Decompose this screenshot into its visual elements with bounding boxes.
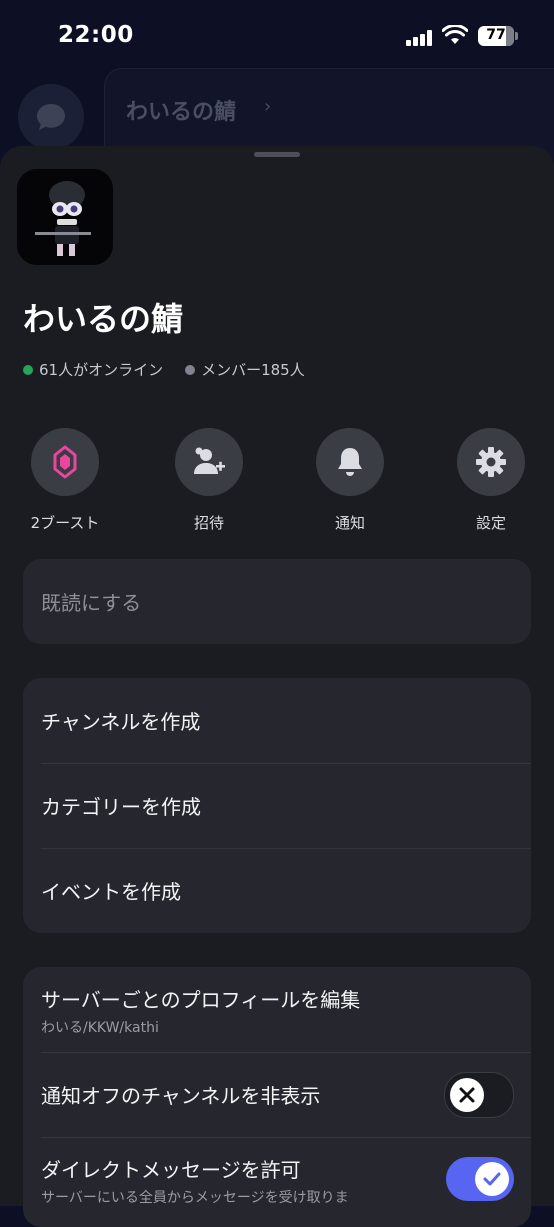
allow-dm-item[interactable]: ダイレクトメッセージを許可 サーバーにいる全員からメッセージを受け取りま [23,1137,531,1222]
create-event-item[interactable]: イベントを作成 [23,848,531,933]
toggle-knob [475,1162,509,1196]
check-icon [483,1172,501,1186]
create-category-label: カテゴリーを作成 [41,795,201,819]
edit-server-profile-label: サーバーごとのプロフィールを編集 [41,988,361,1012]
background-server-title: わいるの鯖 [126,100,237,125]
edit-server-profile-item[interactable]: サーバーごとのプロフィールを編集 わいる/KKW/kathi [23,967,531,1052]
mark-read-button[interactable]: 既読にする [23,559,531,644]
direct-messages-button[interactable] [18,84,84,150]
invite-label: 招待 [193,514,224,532]
server-menu-sheet: わいるの鯖 61人がオンライン メンバー185人 2ブースト 招待 通知 設定 … [0,146,554,1227]
create-menu-card: チャンネルを作成 カテゴリーを作成 イベントを作成 [23,678,531,933]
chevron-right-icon: › [264,96,272,117]
gear-icon [476,447,506,477]
close-icon [459,1087,475,1103]
create-channel-item[interactable]: チャンネルを作成 [23,678,531,763]
settings-label: 設定 [475,514,506,532]
status-time: 22:00 [58,22,134,48]
settings-circle[interactable] [457,428,525,496]
mark-read-label: 既読にする [41,591,142,615]
create-event-label: イベントを作成 [41,880,181,904]
wifi-icon [442,25,468,44]
allow-dm-sub: サーバーにいる全員からメッセージを受け取りま [41,1190,349,1206]
notifications-circle[interactable] [316,428,384,496]
online-count: 61人がオンライン [39,361,164,379]
online-status-dot [23,364,33,375]
invite-button[interactable]: 招待 [159,428,259,533]
battery-cap [515,32,518,40]
mark-read-card: 既読にする [23,559,531,644]
notifications-button[interactable]: 通知 [300,428,400,533]
edit-server-profile-sub: わいる/KKW/kathi [41,1020,159,1036]
boost-label: 2ブースト [30,514,100,532]
member-count: メンバー185人 [201,361,305,379]
boost-icon [53,445,77,479]
cellular-signal-icon [406,30,434,46]
server-stats: 61人がオンライン メンバー185人 [23,359,305,380]
hide-muted-channels-toggle[interactable] [444,1072,514,1118]
create-category-item[interactable]: カテゴリーを作成 [23,763,531,848]
notifications-label: 通知 [334,514,365,532]
server-avatar-image [17,169,113,265]
allow-dm-label: ダイレクトメッセージを許可 [41,1158,301,1182]
hide-muted-channels-item[interactable]: 通知オフのチャンネルを非表示 [23,1052,531,1137]
settings-button[interactable]: 設定 [441,428,541,533]
drag-handle[interactable] [254,152,300,157]
create-channel-label: チャンネルを作成 [41,710,201,734]
invite-user-icon [194,447,225,474]
invite-circle[interactable] [175,428,243,496]
chat-bubble-icon [37,104,65,130]
boost-button[interactable]: 2ブースト [15,428,115,533]
member-status-dot [185,364,196,375]
server-icon [17,169,113,265]
server-settings-card: サーバーごとのプロフィールを編集 わいる/KKW/kathi 通知オフのチャンネ… [23,967,531,1227]
allow-dm-toggle[interactable] [446,1157,514,1201]
hide-muted-channels-label: 通知オフのチャンネルを非表示 [41,1084,321,1108]
toggle-knob [450,1078,484,1112]
boost-circle[interactable] [31,428,99,496]
battery-percent: 77 [486,27,506,43]
server-name: わいるの鯖 [23,300,184,338]
battery-icon: 77 [478,26,514,46]
bell-icon [338,448,362,476]
